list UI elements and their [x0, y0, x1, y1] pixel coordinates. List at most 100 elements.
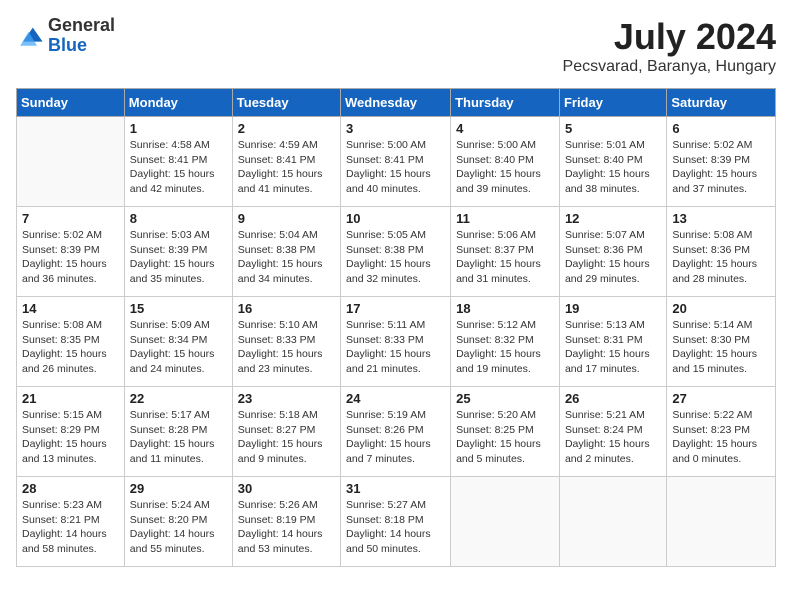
calendar-cell: 10 Sunrise: 5:05 AM Sunset: 8:38 PM Dayli… — [341, 207, 451, 297]
day-number: 23 — [238, 391, 335, 406]
calendar-cell: 15 Sunrise: 5:09 AM Sunset: 8:34 PM Dayli… — [124, 297, 232, 387]
calendar-cell: 22 Sunrise: 5:17 AM Sunset: 8:28 PM Dayli… — [124, 387, 232, 477]
day-info: Sunrise: 5:02 AM Sunset: 8:39 PM Dayligh… — [672, 138, 770, 197]
day-number: 16 — [238, 301, 335, 316]
calendar-cell: 14 Sunrise: 5:08 AM Sunset: 8:35 PM Dayli… — [17, 297, 125, 387]
calendar-cell: 27 Sunrise: 5:22 AM Sunset: 8:23 PM Dayli… — [667, 387, 776, 477]
day-number: 4 — [456, 121, 554, 136]
day-info: Sunrise: 5:20 AM Sunset: 8:25 PM Dayligh… — [456, 408, 554, 467]
calendar-cell: 4 Sunrise: 5:00 AM Sunset: 8:40 PM Daylig… — [451, 117, 560, 207]
logo-icon — [16, 22, 44, 50]
day-info: Sunrise: 5:12 AM Sunset: 8:32 PM Dayligh… — [456, 318, 554, 377]
calendar-cell — [667, 477, 776, 567]
logo: General Blue — [16, 16, 115, 56]
day-number: 17 — [346, 301, 445, 316]
week-row-2: 7 Sunrise: 5:02 AM Sunset: 8:39 PM Daylig… — [17, 207, 776, 297]
calendar-cell: 5 Sunrise: 5:01 AM Sunset: 8:40 PM Daylig… — [559, 117, 666, 207]
calendar-cell: 11 Sunrise: 5:06 AM Sunset: 8:37 PM Dayli… — [451, 207, 560, 297]
day-number: 3 — [346, 121, 445, 136]
day-number: 2 — [238, 121, 335, 136]
day-number: 19 — [565, 301, 661, 316]
calendar-cell — [17, 117, 125, 207]
day-number: 27 — [672, 391, 770, 406]
col-header-monday: Monday — [124, 89, 232, 117]
col-header-friday: Friday — [559, 89, 666, 117]
day-number: 29 — [130, 481, 227, 496]
calendar-cell: 26Sunrise: 5:21 AM Sunset: 8:24 PM Dayli… — [559, 387, 666, 477]
day-info: Sunrise: 5:02 AM Sunset: 8:39 PM Dayligh… — [22, 228, 119, 287]
day-number: 21 — [22, 391, 119, 406]
day-info: Sunrise: 5:03 AM Sunset: 8:39 PM Dayligh… — [130, 228, 227, 287]
calendar-cell: 19 Sunrise: 5:13 AM Sunset: 8:31 PM Dayli… — [559, 297, 666, 387]
day-number: 13 — [672, 211, 770, 226]
day-number: 6 — [672, 121, 770, 136]
day-info: Sunrise: 5:27 AM Sunset: 8:18 PM Dayligh… — [346, 498, 445, 557]
day-number: 11 — [456, 211, 554, 226]
day-info: Sunrise: 5:08 AM Sunset: 8:35 PM Dayligh… — [22, 318, 119, 377]
day-number: 18 — [456, 301, 554, 316]
day-info: Sunrise: 5:18 AM Sunset: 8:27 PM Dayligh… — [238, 408, 335, 467]
day-number: 28 — [22, 481, 119, 496]
week-row-3: 14 Sunrise: 5:08 AM Sunset: 8:35 PM Dayli… — [17, 297, 776, 387]
col-header-sunday: Sunday — [17, 89, 125, 117]
calendar-cell: 24 Sunrise: 5:19 AM Sunset: 8:26 PM Dayli… — [341, 387, 451, 477]
calendar-cell: 20 Sunrise: 5:14 AM Sunset: 8:30 PM Dayli… — [667, 297, 776, 387]
calendar-cell: 31Sunrise: 5:27 AM Sunset: 8:18 PM Dayli… — [341, 477, 451, 567]
day-info: Sunrise: 5:01 AM Sunset: 8:40 PM Dayligh… — [565, 138, 661, 197]
day-number: 22 — [130, 391, 227, 406]
calendar-cell: 2Sunrise: 4:59 AM Sunset: 8:41 PM Daylig… — [232, 117, 340, 207]
col-header-wednesday: Wednesday — [341, 89, 451, 117]
day-info: Sunrise: 5:17 AM Sunset: 8:28 PM Dayligh… — [130, 408, 227, 467]
day-info: Sunrise: 5:13 AM Sunset: 8:31 PM Dayligh… — [565, 318, 661, 377]
day-number: 1 — [130, 121, 227, 136]
day-number: 7 — [22, 211, 119, 226]
day-number: 15 — [130, 301, 227, 316]
col-header-tuesday: Tuesday — [232, 89, 340, 117]
day-info: Sunrise: 5:04 AM Sunset: 8:38 PM Dayligh… — [238, 228, 335, 287]
col-header-saturday: Saturday — [667, 89, 776, 117]
calendar-cell: 16 Sunrise: 5:10 AM Sunset: 8:33 PM Dayli… — [232, 297, 340, 387]
day-number: 14 — [22, 301, 119, 316]
day-info: Sunrise: 5:09 AM Sunset: 8:34 PM Dayligh… — [130, 318, 227, 377]
logo-text: General Blue — [48, 16, 115, 56]
day-number: 20 — [672, 301, 770, 316]
day-number: 10 — [346, 211, 445, 226]
day-number: 30 — [238, 481, 335, 496]
calendar-table: SundayMondayTuesdayWednesdayThursdayFrid… — [16, 88, 776, 567]
page-header: General Blue July 2024 Pecsvarad, Barany… — [16, 16, 776, 76]
day-info: Sunrise: 5:26 AM Sunset: 8:19 PM Dayligh… — [238, 498, 335, 557]
calendar-cell: 6 Sunrise: 5:02 AM Sunset: 8:39 PM Daylig… — [667, 117, 776, 207]
calendar-cell: 8Sunrise: 5:03 AM Sunset: 8:39 PM Daylig… — [124, 207, 232, 297]
day-info: Sunrise: 5:06 AM Sunset: 8:37 PM Dayligh… — [456, 228, 554, 287]
calendar-cell: 1Sunrise: 4:58 AM Sunset: 8:41 PM Daylig… — [124, 117, 232, 207]
calendar-cell: 28 Sunrise: 5:23 AM Sunset: 8:21 PM Dayli… — [17, 477, 125, 567]
calendar-cell: 17 Sunrise: 5:11 AM Sunset: 8:33 PM Dayli… — [341, 297, 451, 387]
day-info: Sunrise: 5:05 AM Sunset: 8:38 PM Dayligh… — [346, 228, 445, 287]
calendar-cell: 7 Sunrise: 5:02 AM Sunset: 8:39 PM Daylig… — [17, 207, 125, 297]
calendar-cell: 29 Sunrise: 5:24 AM Sunset: 8:20 PM Dayli… — [124, 477, 232, 567]
calendar-cell: 30 Sunrise: 5:26 AM Sunset: 8:19 PM Dayli… — [232, 477, 340, 567]
day-info: Sunrise: 5:14 AM Sunset: 8:30 PM Dayligh… — [672, 318, 770, 377]
week-row-5: 28 Sunrise: 5:23 AM Sunset: 8:21 PM Dayli… — [17, 477, 776, 567]
calendar-cell: 13 Sunrise: 5:08 AM Sunset: 8:36 PM Dayli… — [667, 207, 776, 297]
day-number: 9 — [238, 211, 335, 226]
calendar-cell: 25 Sunrise: 5:20 AM Sunset: 8:25 PM Dayli… — [451, 387, 560, 477]
day-info: Sunrise: 5:23 AM Sunset: 8:21 PM Dayligh… — [22, 498, 119, 557]
calendar-cell: 21 Sunrise: 5:15 AM Sunset: 8:29 PM Dayli… — [17, 387, 125, 477]
calendar-cell: 23 Sunrise: 5:18 AM Sunset: 8:27 PM Dayli… — [232, 387, 340, 477]
day-number: 5 — [565, 121, 661, 136]
calendar-cell — [559, 477, 666, 567]
day-info: Sunrise: 5:08 AM Sunset: 8:36 PM Dayligh… — [672, 228, 770, 287]
week-row-1: 1Sunrise: 4:58 AM Sunset: 8:41 PM Daylig… — [17, 117, 776, 207]
day-info: Sunrise: 5:10 AM Sunset: 8:33 PM Dayligh… — [238, 318, 335, 377]
day-info: Sunrise: 5:00 AM Sunset: 8:40 PM Dayligh… — [456, 138, 554, 197]
day-number: 25 — [456, 391, 554, 406]
day-number: 24 — [346, 391, 445, 406]
day-info: Sunrise: 5:11 AM Sunset: 8:33 PM Dayligh… — [346, 318, 445, 377]
calendar-cell: 3Sunrise: 5:00 AM Sunset: 8:41 PM Daylig… — [341, 117, 451, 207]
day-info: Sunrise: 5:19 AM Sunset: 8:26 PM Dayligh… — [346, 408, 445, 467]
day-info: Sunrise: 5:15 AM Sunset: 8:29 PM Dayligh… — [22, 408, 119, 467]
day-info: Sunrise: 5:22 AM Sunset: 8:23 PM Dayligh… — [672, 408, 770, 467]
day-info: Sunrise: 5:24 AM Sunset: 8:20 PM Dayligh… — [130, 498, 227, 557]
calendar-cell: 9 Sunrise: 5:04 AM Sunset: 8:38 PM Daylig… — [232, 207, 340, 297]
